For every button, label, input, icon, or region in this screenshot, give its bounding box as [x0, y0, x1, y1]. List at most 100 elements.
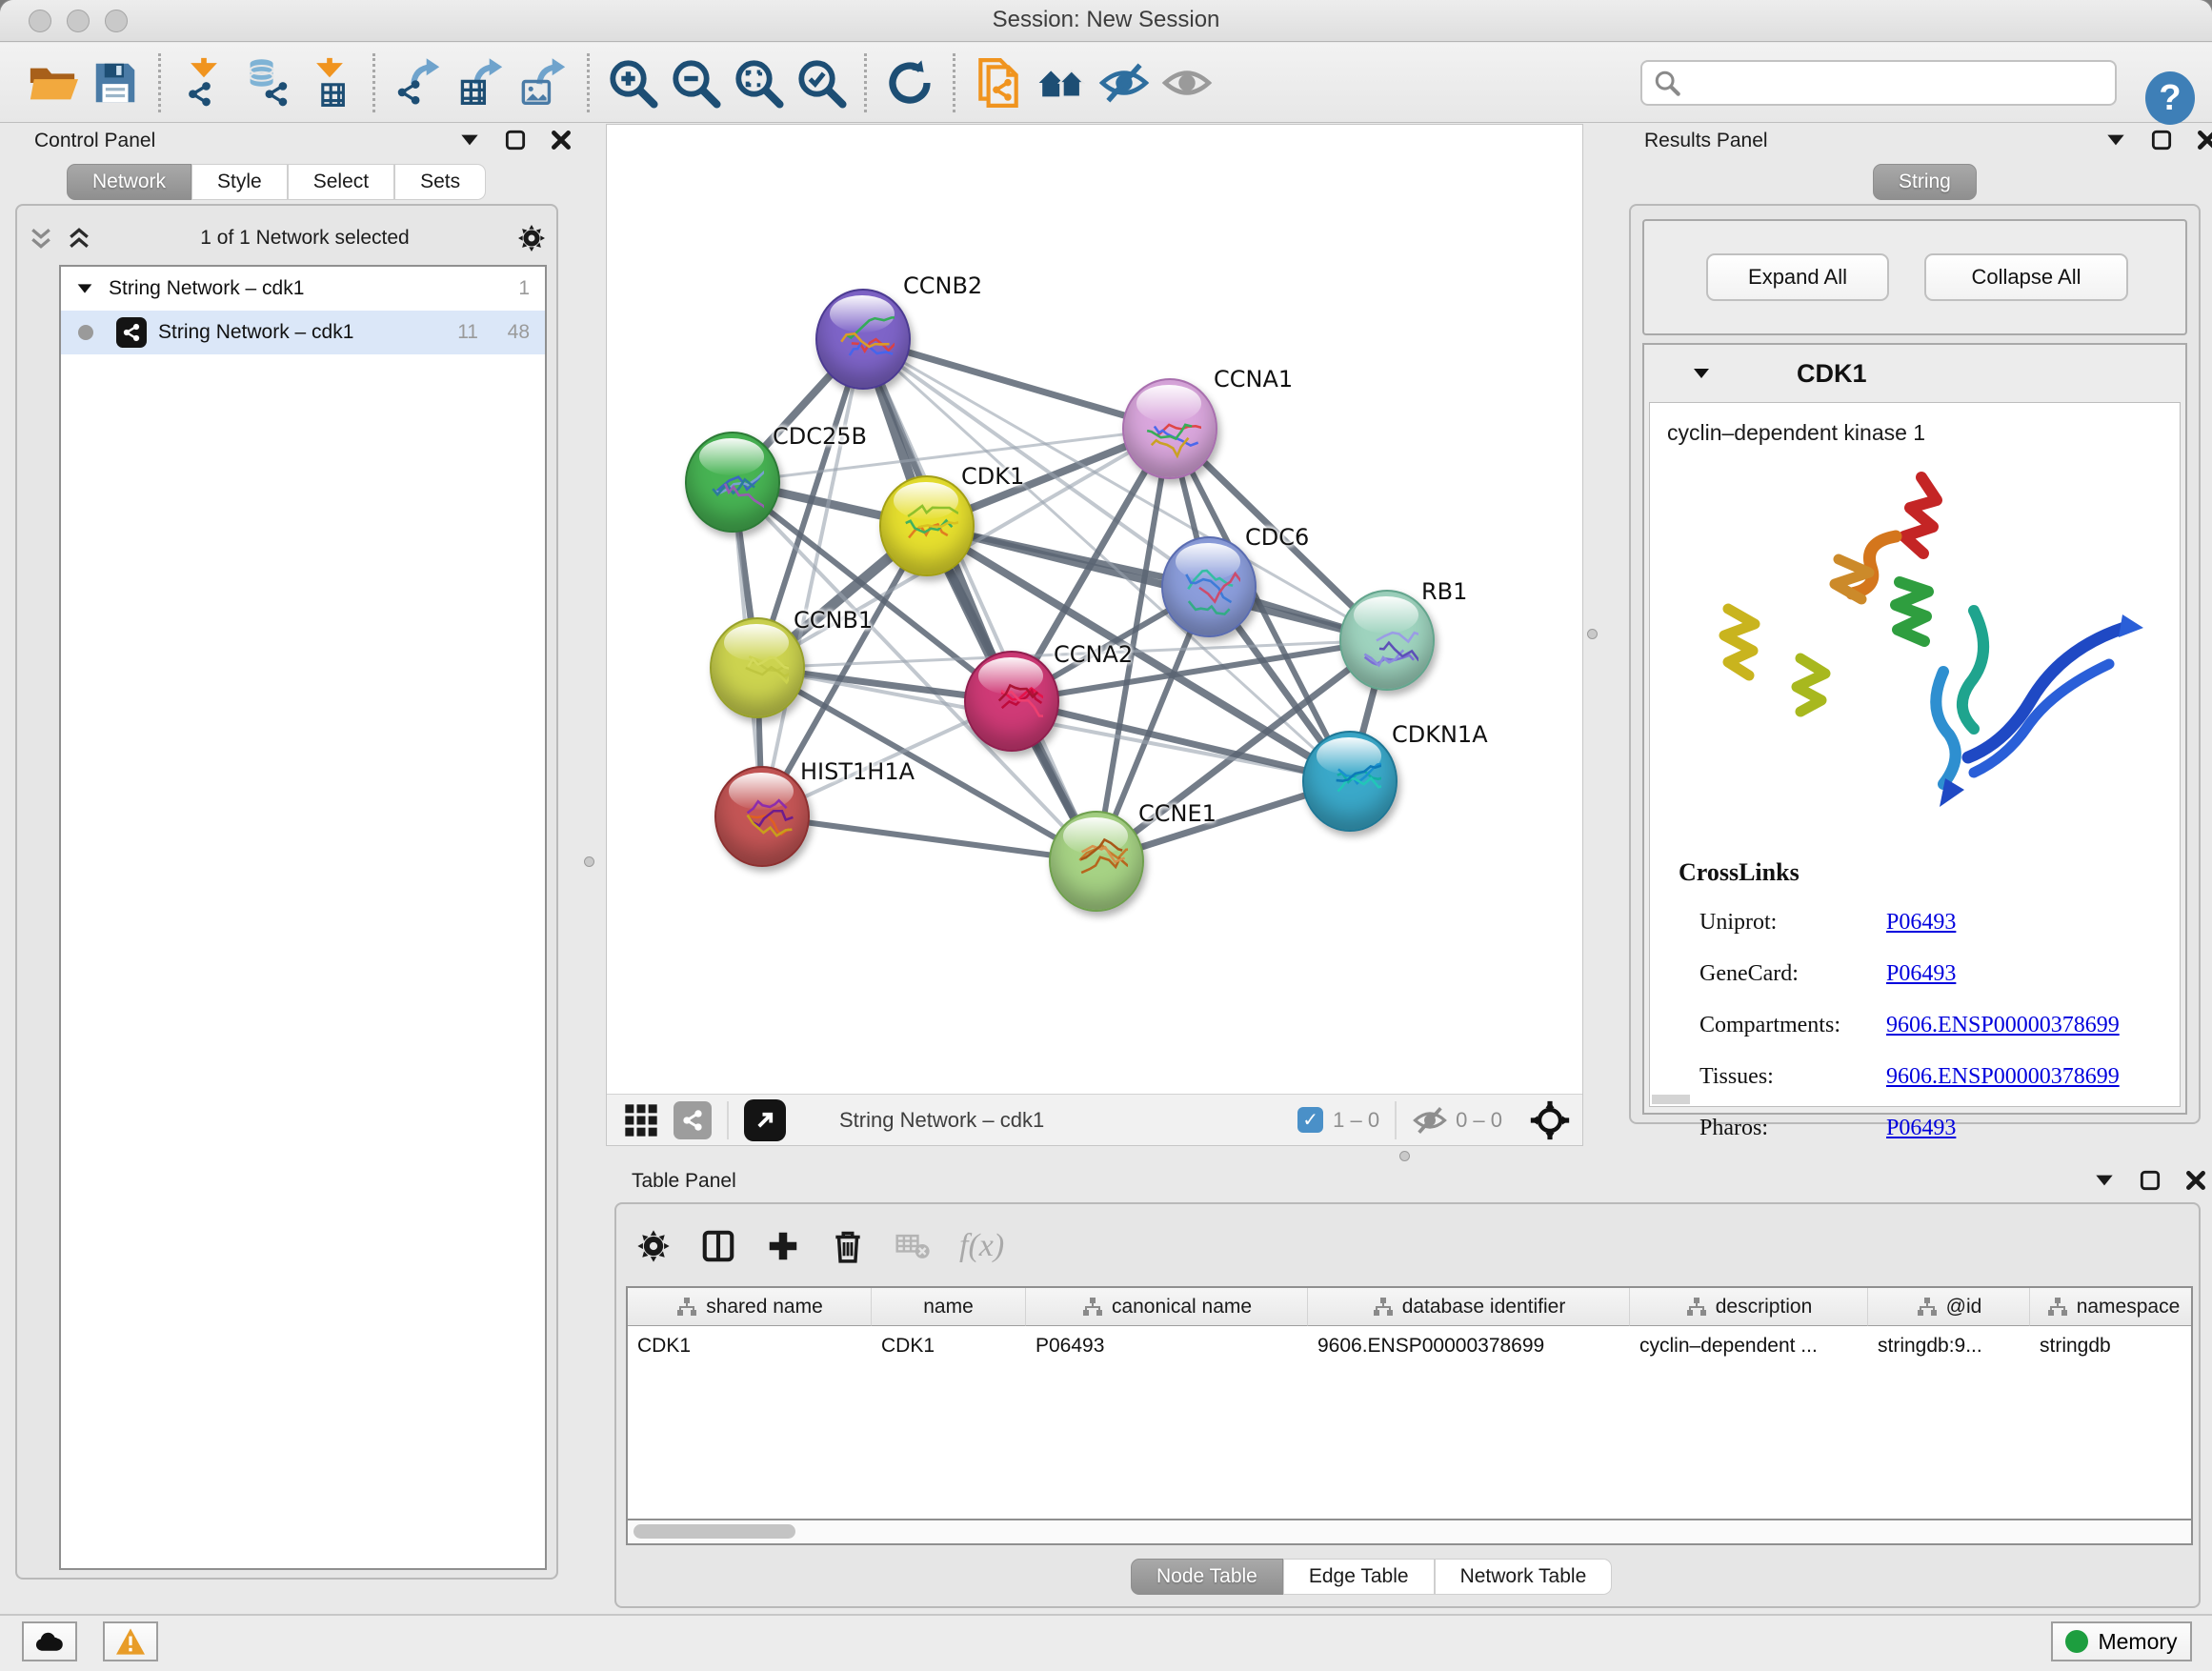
network-collection-row[interactable]: String Network – cdk1 1	[61, 267, 545, 311]
table-cell[interactable]: 9606.ENSP00000378699	[1308, 1326, 1630, 1366]
panel-menu-icon[interactable]	[2103, 128, 2128, 152]
hide-selected-icon[interactable]	[1093, 53, 1156, 112]
home-views-icon[interactable]	[1030, 53, 1093, 112]
table-cell[interactable]: CDK1	[628, 1326, 872, 1366]
open-session-icon[interactable]	[21, 53, 84, 112]
collapse-all-networks-icon[interactable]	[27, 224, 55, 252]
selected-checkbox-icon[interactable]: ✓	[1297, 1107, 1323, 1133]
column-header-description[interactable]: description	[1630, 1288, 1868, 1326]
tab-network-table[interactable]: Network Table	[1435, 1559, 1613, 1595]
window-title: Session: New Session	[0, 7, 2212, 33]
mini-scrollbar-thumb[interactable]	[1652, 1095, 1690, 1104]
crosslink-link[interactable]: P06493	[1886, 1116, 1956, 1141]
export-table-icon[interactable]	[450, 53, 513, 112]
show-all-icon[interactable]	[1156, 53, 1218, 112]
panel-float-icon[interactable]	[2149, 128, 2174, 152]
cloud-status-button[interactable]	[22, 1621, 77, 1661]
network-node-ccnb2[interactable]	[815, 289, 911, 390]
network-row[interactable]: String Network – cdk1 11 48	[61, 311, 545, 354]
table-cell[interactable]: stringdb:9...	[1868, 1326, 2030, 1366]
expand-all-button[interactable]: Expand All	[1706, 253, 1889, 301]
right-splitter-handle[interactable]	[1587, 629, 1598, 639]
panel-float-icon[interactable]	[503, 128, 528, 152]
tab-select[interactable]: Select	[288, 164, 394, 200]
crosslink-link[interactable]: 9606.ENSP00000378699	[1886, 1064, 2120, 1090]
warnings-button[interactable]	[103, 1621, 158, 1661]
birds-eye-view-icon[interactable]	[1529, 1099, 1571, 1141]
zoom-out-icon[interactable]	[664, 53, 727, 112]
tab-node-table[interactable]: Node Table	[1131, 1559, 1283, 1595]
network-node-ccnb1[interactable]	[710, 617, 805, 718]
network-share-view-icon[interactable]	[674, 1101, 712, 1139]
crosslink-row: Compartments:9606.ENSP00000378699	[1699, 999, 2166, 1051]
network-node-ccna2[interactable]	[964, 651, 1059, 752]
network-node-rb1[interactable]	[1339, 590, 1435, 691]
panel-close-icon[interactable]	[2195, 128, 2212, 152]
network-edge[interactable]	[927, 526, 1387, 640]
network-node-ccne1[interactable]	[1049, 811, 1144, 912]
column-header--id[interactable]: @id	[1868, 1288, 2030, 1326]
crosslink-link[interactable]: P06493	[1886, 961, 1956, 987]
memory-button[interactable]: Memory	[2051, 1621, 2192, 1661]
collection-expand-icon[interactable]	[74, 278, 95, 299]
network-options-gear-icon[interactable]	[516, 223, 547, 253]
panel-close-icon[interactable]	[2183, 1168, 2208, 1193]
left-splitter-handle[interactable]	[584, 856, 594, 867]
import-network-database-icon[interactable]	[235, 53, 298, 112]
tab-network[interactable]: Network	[67, 164, 191, 200]
expand-all-networks-icon[interactable]	[65, 224, 93, 252]
show-columns-icon[interactable]	[700, 1228, 736, 1264]
table-options-gear-icon[interactable]	[635, 1228, 672, 1264]
tab-style[interactable]: Style	[191, 164, 288, 200]
table-cell[interactable]: stringdb	[2030, 1326, 2193, 1366]
zoom-fit-icon[interactable]	[727, 53, 790, 112]
gene-section-collapse-icon[interactable]	[1690, 362, 1713, 385]
panel-menu-icon[interactable]	[457, 128, 482, 152]
panel-float-icon[interactable]	[2138, 1168, 2162, 1193]
duplicate-network-icon[interactable]	[967, 53, 1030, 112]
tab-string[interactable]: String	[1873, 164, 1977, 200]
network-edge[interactable]	[762, 816, 1096, 861]
collapse-all-button[interactable]: Collapse All	[1924, 253, 2128, 301]
column-header-name[interactable]: name	[872, 1288, 1026, 1326]
import-network-icon[interactable]	[172, 53, 235, 112]
network-node-cdkn1a[interactable]	[1302, 731, 1398, 832]
bottom-splitter-handle[interactable]	[1399, 1151, 1410, 1161]
toolbar-search[interactable]	[1640, 60, 2117, 106]
panel-menu-icon[interactable]	[2092, 1168, 2117, 1193]
network-canvas[interactable]: CCNB2CCNA1CDC25BCDK1CDC6RB1CCNB1CCNA2CDK…	[607, 125, 1584, 1095]
add-column-icon[interactable]	[765, 1228, 801, 1264]
zoom-selected-icon[interactable]	[790, 53, 853, 112]
grid-view-icon[interactable]	[622, 1101, 660, 1139]
import-table-icon[interactable]	[298, 53, 361, 112]
network-node-hist1h1a[interactable]	[714, 766, 810, 867]
search-input[interactable]	[1680, 70, 2090, 95]
panel-close-icon[interactable]	[549, 128, 573, 152]
export-image-icon[interactable]	[513, 53, 575, 112]
table-cell[interactable]: cyclin–dependent ...	[1630, 1326, 1868, 1366]
column-header-database-identifier[interactable]: database identifier	[1308, 1288, 1630, 1326]
delete-column-icon[interactable]	[830, 1228, 866, 1264]
table-horizontal-scrollbar[interactable]	[626, 1520, 2193, 1545]
help-button[interactable]: ?	[2145, 71, 2195, 125]
open-in-window-icon[interactable]	[744, 1099, 786, 1141]
column-header-namespace[interactable]: namespace	[2030, 1288, 2193, 1326]
network-node-ccna1[interactable]	[1122, 378, 1217, 479]
save-session-icon[interactable]	[84, 53, 147, 112]
scrollbar-thumb[interactable]	[633, 1524, 795, 1539]
zoom-in-icon[interactable]	[601, 53, 664, 112]
tab-edge-table[interactable]: Edge Table	[1283, 1559, 1435, 1595]
column-header-shared-name[interactable]: shared name	[628, 1288, 872, 1326]
table-cell[interactable]: P06493	[1026, 1326, 1308, 1366]
crosslink-link[interactable]: P06493	[1886, 910, 1956, 936]
network-node-cdk1[interactable]	[879, 475, 975, 576]
network-node-cdc25b[interactable]	[685, 432, 780, 533]
crosslink-link[interactable]: 9606.ENSP00000378699	[1886, 1013, 2120, 1038]
table-cell[interactable]: CDK1	[872, 1326, 1026, 1366]
column-header-canonical-name[interactable]: canonical name	[1026, 1288, 1308, 1326]
refresh-icon[interactable]	[878, 53, 941, 112]
export-network-icon[interactable]	[387, 53, 450, 112]
tab-sets[interactable]: Sets	[394, 164, 486, 200]
network-node-cdc6[interactable]	[1161, 536, 1257, 637]
network-edge[interactable]	[762, 339, 863, 816]
